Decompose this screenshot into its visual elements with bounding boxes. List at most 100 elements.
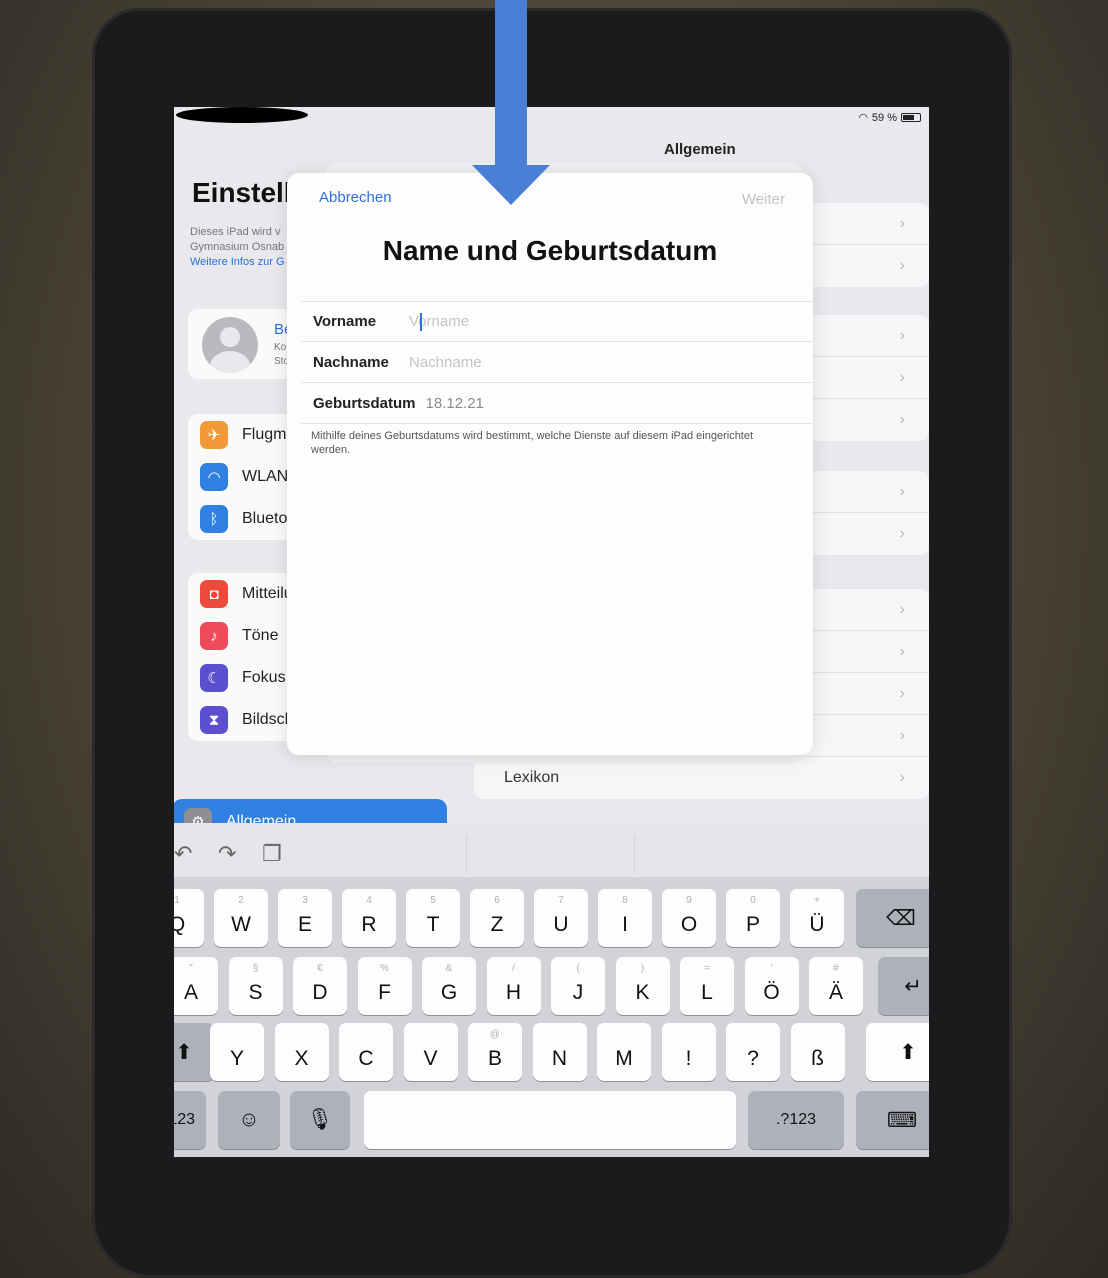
key-h[interactable]: / H: [486, 957, 541, 1015]
sheet-title: Name und Geburtsdatum: [382, 235, 718, 266]
paste-clipboard-icon[interactable]: ❐: [262, 841, 282, 867]
key-s[interactable]: § S: [228, 957, 283, 1015]
key-secondary-glyph: 1: [174, 895, 180, 906]
key-q[interactable]: 1Q: [174, 889, 204, 947]
screentime-hourglass-icon: ⧗: [200, 706, 228, 734]
key-secondary-glyph: 7: [558, 895, 564, 906]
backspace-key[interactable]: ⌫: [856, 889, 929, 947]
key-ü[interactable]: + Ü: [790, 889, 844, 947]
key-secondary-glyph: ': [770, 963, 773, 974]
key-y[interactable]: Y: [210, 1023, 264, 1081]
shift-right-key[interactable]: ⬆: [866, 1023, 929, 1081]
chevron-right-icon: ›: [899, 483, 905, 500]
key-secondary-glyph: @: [489, 1029, 501, 1040]
key-secondary-glyph: 4: [366, 895, 372, 906]
key-c[interactable]: C: [339, 1023, 393, 1081]
chevron-right-icon: ›: [899, 601, 905, 618]
key-![interactable]: !: [661, 1023, 716, 1081]
key-secondary-glyph: 0: [750, 895, 756, 906]
key-glyph: N: [551, 1047, 568, 1070]
key-t[interactable]: 5T: [406, 889, 460, 947]
avatar: [202, 317, 258, 373]
key-secondary-glyph: 5: [430, 895, 436, 906]
key-w[interactable]: 2W: [214, 889, 268, 947]
undo-icon[interactable]: ↶: [174, 841, 192, 867]
key-x[interactable]: X: [274, 1023, 329, 1081]
key-glyph: !: [685, 1047, 692, 1070]
detail-row-lexikon[interactable]: Lexikon ›: [474, 757, 929, 799]
key-z[interactable]: 6Z: [470, 889, 524, 947]
first-name-field[interactable]: [409, 313, 769, 330]
shift-icon: ⬆: [899, 1040, 917, 1064]
key-secondary-glyph: /: [512, 963, 515, 974]
key-glyph: T: [426, 913, 440, 936]
key-o[interactable]: 9O: [662, 889, 716, 947]
key-glyph: M: [615, 1047, 633, 1070]
key-?[interactable]: ?: [726, 1023, 780, 1081]
key-glyph: J: [572, 981, 584, 1004]
key-v[interactable]: V: [403, 1023, 458, 1081]
key-glyph: Ü: [809, 913, 825, 936]
hide-keyboard-key[interactable]: ⌨: [856, 1091, 929, 1149]
emoji-key[interactable]: ☺: [218, 1091, 280, 1149]
chevron-right-icon: ›: [899, 643, 905, 660]
redo-icon[interactable]: ↷: [218, 841, 236, 867]
key-i[interactable]: 8I: [598, 889, 652, 947]
key-glyph: ß: [811, 1047, 824, 1070]
return-key[interactable]: ↵: [878, 957, 929, 1015]
key-ö[interactable]: ' Ö: [744, 957, 799, 1015]
key-r[interactable]: 4R: [342, 889, 396, 947]
notifications-icon: ◘: [200, 580, 228, 608]
key-ä[interactable]: # Ä: [809, 957, 863, 1015]
numbers-left-key[interactable]: .?123: [174, 1091, 206, 1149]
key-glyph: L: [701, 981, 713, 1004]
annotation-arrow-head: [472, 165, 550, 205]
last-name-field[interactable]: [409, 353, 769, 371]
key-secondary-glyph: =: [704, 963, 710, 974]
annotation-arrow-shaft: [495, 0, 527, 168]
numbers-right-key[interactable]: .?123: [748, 1091, 844, 1149]
key-d[interactable]: € D: [293, 957, 347, 1015]
chevron-right-icon: ›: [899, 215, 905, 232]
battery-percent: 59 %: [871, 111, 897, 124]
dictation-key[interactable]: 🎙︎: [290, 1091, 350, 1149]
key-secondary-glyph: ): [640, 963, 645, 974]
key-glyph: Q: [174, 913, 186, 936]
key-j[interactable]: (J: [551, 957, 605, 1015]
wifi-status-icon: ◠: [858, 112, 868, 124]
key-glyph: K: [635, 981, 650, 1004]
next-button[interactable]: Weiter: [742, 191, 785, 208]
key-l[interactable]: = L: [680, 957, 734, 1015]
key-g[interactable]: & G: [422, 957, 476, 1015]
key-a[interactable]: " A: [174, 957, 218, 1015]
key-glyph: ?: [747, 1047, 759, 1070]
cancel-button[interactable]: Abbrechen: [319, 189, 392, 206]
chevron-right-icon: ›: [899, 769, 905, 786]
key-ß[interactable]: ß: [790, 1023, 845, 1081]
shift-left-key[interactable]: ⬆: [174, 1023, 214, 1081]
key-k[interactable]: ) K: [615, 957, 670, 1015]
key-n[interactable]: N: [532, 1023, 587, 1081]
sidebar-item-label: Mitteilu: [242, 585, 293, 602]
space-key[interactable]: [364, 1091, 736, 1149]
key-glyph: Z: [490, 913, 504, 936]
toolbar-divider: [634, 835, 635, 875]
key-secondary-glyph: 3: [302, 895, 308, 906]
last-name-row: Nachname: [301, 342, 813, 383]
status-indicators: ◠ 59 %: [858, 111, 921, 124]
birthdate-value[interactable]: 18.12.21: [426, 395, 484, 412]
key-m[interactable]: M: [597, 1023, 651, 1081]
key-f[interactable]: % F: [357, 957, 412, 1015]
key-u[interactable]: 7U: [534, 889, 588, 947]
key-glyph: Y: [229, 1047, 244, 1070]
key-secondary-glyph: &: [445, 963, 453, 974]
birthdate-row[interactable]: Geburtsdatum 18.12.21: [301, 383, 813, 424]
key-glyph: G: [440, 981, 458, 1004]
key-p[interactable]: 0P: [726, 889, 780, 947]
key-glyph: O: [680, 913, 698, 936]
microphone-icon: 🎙︎: [306, 1108, 334, 1131]
emoji-icon: ☺: [238, 1108, 260, 1131]
key-secondary-glyph: 2: [238, 895, 244, 906]
key-b[interactable]: @ B: [468, 1023, 522, 1081]
key-e[interactable]: 3E: [278, 889, 332, 947]
